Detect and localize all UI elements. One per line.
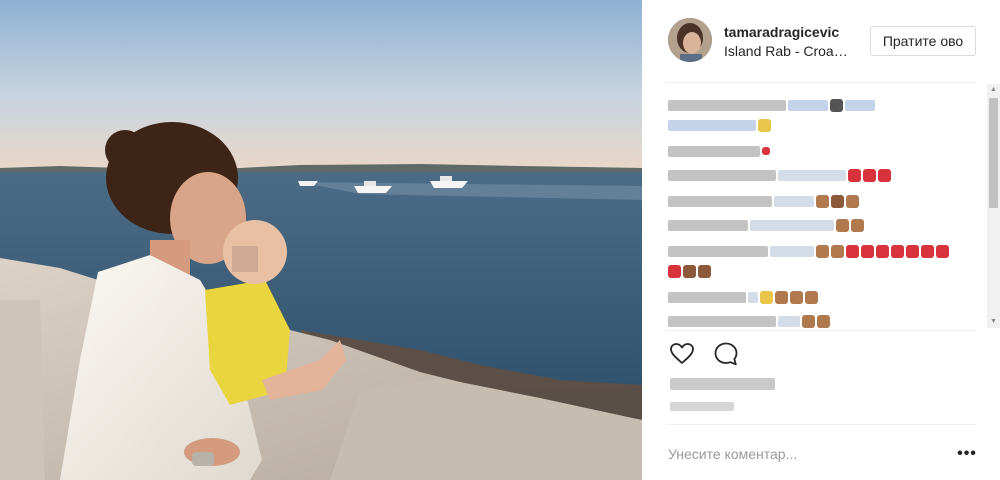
emoji-icon <box>790 290 803 304</box>
scrollbar-thumb[interactable] <box>989 98 998 208</box>
emoji-icon <box>906 244 919 258</box>
follow-button[interactable]: Пратите ово <box>870 26 976 56</box>
avatar-image <box>668 18 712 62</box>
blurred-text <box>668 119 756 131</box>
emoji-icon <box>936 244 949 258</box>
heart-outline-icon <box>670 343 694 364</box>
emoji-icon <box>846 244 859 258</box>
emoji-icon <box>762 147 770 155</box>
emoji-icon <box>830 98 843 112</box>
comment-item <box>668 314 830 328</box>
blurred-text <box>778 169 846 181</box>
location-link[interactable]: Island Rab - Croa… <box>724 43 854 59</box>
comment-item <box>668 264 711 278</box>
emoji-icon <box>921 244 934 258</box>
emoji-icon <box>836 218 849 232</box>
emoji-icon <box>861 244 874 258</box>
blurred-username <box>668 145 760 157</box>
blurred-text <box>750 219 834 231</box>
comment-item <box>668 194 859 208</box>
comment-item <box>668 218 864 232</box>
avatar[interactable] <box>668 18 712 62</box>
blurred-text <box>778 315 800 327</box>
post-side-panel: tamaradragicevic Island Rab - Croa… Прат… <box>642 0 1000 480</box>
emoji-icon <box>846 194 859 208</box>
emoji-icon <box>668 264 681 278</box>
post-photo[interactable] <box>0 0 642 480</box>
blurred-username <box>668 245 768 257</box>
username-link[interactable]: tamaradragicevic <box>724 24 839 40</box>
blurred-username <box>668 195 772 207</box>
emoji-icon <box>816 194 829 208</box>
emoji-icon <box>760 290 773 304</box>
blurred-username <box>668 291 746 303</box>
chevron-up-icon[interactable]: ▲ <box>987 84 1000 96</box>
comment-item <box>668 144 770 158</box>
comments-scrollbar[interactable]: ▲ ▼ <box>987 84 1000 328</box>
blurred-text <box>788 99 828 111</box>
blurred-text <box>845 99 875 111</box>
comment-item <box>668 290 818 304</box>
blurred-text <box>748 291 758 303</box>
post-header: tamaradragicevic Island Rab - Croa… Прат… <box>642 0 1000 82</box>
emoji-icon <box>683 264 696 278</box>
emoji-icon <box>831 194 844 208</box>
emoji-icon <box>805 290 818 304</box>
emoji-icon <box>878 168 891 182</box>
emoji-icon <box>775 290 788 304</box>
emoji-icon <box>758 118 771 132</box>
photo-image <box>0 0 642 480</box>
footer-divider <box>666 424 976 425</box>
emoji-icon <box>817 314 830 328</box>
comment-button[interactable] <box>712 340 740 368</box>
comment-item <box>668 98 875 112</box>
like-button[interactable] <box>668 340 696 368</box>
emoji-icon <box>802 314 815 328</box>
blurred-username <box>668 99 786 111</box>
blurred-timestamp <box>670 402 734 411</box>
blurred-username <box>668 315 776 327</box>
emoji-icon <box>848 168 861 182</box>
chevron-down-icon[interactable]: ▼ <box>987 316 1000 328</box>
blurred-username <box>668 219 748 231</box>
header-divider <box>666 82 976 83</box>
emoji-icon <box>851 218 864 232</box>
blurred-text <box>770 245 814 257</box>
blurred-username <box>668 169 776 181</box>
blurred-text <box>774 195 814 207</box>
emoji-icon <box>816 244 829 258</box>
emoji-icon <box>831 244 844 258</box>
comment-bubble-icon <box>714 342 738 366</box>
actions-divider <box>666 330 976 331</box>
emoji-icon <box>891 244 904 258</box>
emoji-icon <box>698 264 711 278</box>
comment-input[interactable] <box>668 442 928 466</box>
comment-item <box>668 168 891 182</box>
ellipsis-icon[interactable]: ••• <box>956 444 978 464</box>
comment-item <box>668 118 771 132</box>
comments-list <box>668 92 988 328</box>
emoji-icon <box>863 168 876 182</box>
blurred-likes-count[interactable] <box>670 378 775 390</box>
emoji-icon <box>876 244 889 258</box>
comment-item <box>668 244 949 258</box>
